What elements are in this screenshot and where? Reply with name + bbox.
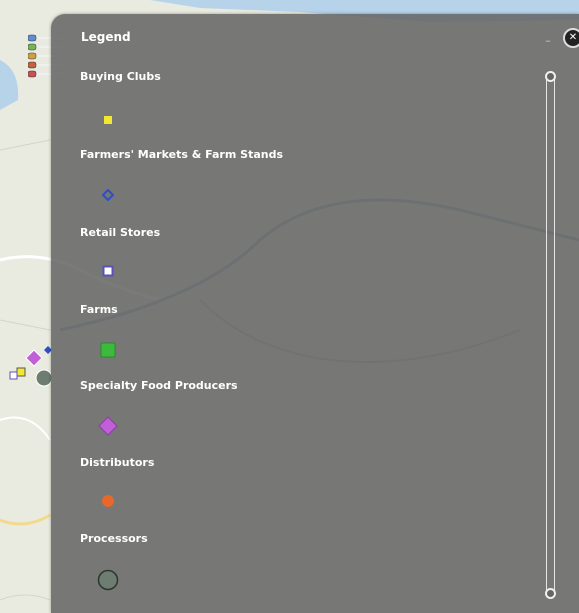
legend-item-label: Farmers' Markets & Farm Stands — [80, 148, 284, 161]
legend-item-farms: Farms — [80, 303, 118, 316]
gray-circle-icon — [97, 569, 119, 591]
scrollbar-top-handle[interactable] — [545, 71, 556, 82]
scrollbar-bottom-handle[interactable] — [545, 588, 556, 599]
close-icon: ✕ — [568, 32, 578, 43]
minimize-icon: – — [545, 34, 551, 47]
legend-item-label: Distributors — [80, 456, 155, 469]
legend-item-label: Processors — [80, 532, 148, 545]
purple-diamond-icon — [98, 416, 118, 436]
legend-item-label: Farms — [80, 303, 118, 316]
blue-diamond-icon — [102, 189, 114, 201]
white-square-icon — [102, 265, 114, 277]
orange-circle-icon — [102, 495, 114, 507]
legend-item-retail-stores: Retail Stores — [80, 226, 160, 239]
close-button[interactable]: ✕ — [563, 28, 579, 48]
legend-item-farmers-markets: Farmers' Markets & Farm Stands — [80, 148, 283, 161]
legend-item-distributors: Distributors — [80, 456, 154, 469]
legend-scrollbar[interactable] — [545, 71, 556, 599]
legend-item-label: Specialty Food Producers — [80, 379, 238, 392]
legend-title: Legend — [81, 30, 131, 44]
legend-item-buying-clubs: Buying Clubs — [80, 70, 161, 83]
legend-item-label: Buying Clubs — [80, 70, 161, 83]
minimize-button[interactable]: – — [543, 34, 553, 47]
green-square-icon — [100, 342, 116, 358]
yellow-square-icon — [104, 116, 112, 124]
legend-item-processors: Processors — [80, 532, 148, 545]
legend-item-label: Retail Stores — [80, 226, 161, 239]
legend-panel: Legend – ✕ Buying Clubs Farmers' Markets… — [51, 14, 579, 613]
legend-item-specialty-food-producers: Specialty Food Producers — [80, 379, 238, 392]
